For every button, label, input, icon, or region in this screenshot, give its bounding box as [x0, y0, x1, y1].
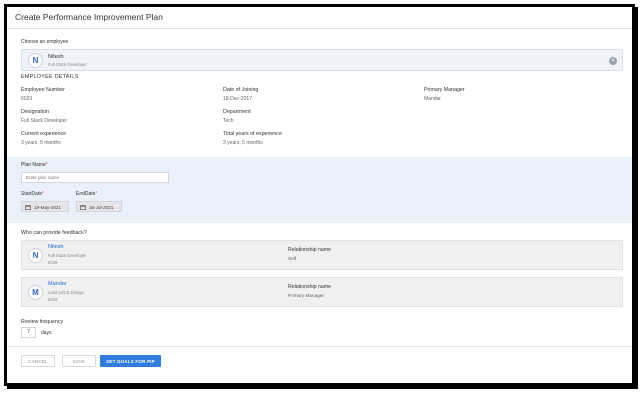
provider-role: Full Stack Developer: [48, 253, 87, 258]
plan-name-input[interactable]: [21, 172, 169, 183]
feedback-title: Who can provide feedback?: [21, 230, 87, 236]
details-title: EMPLOYEE DETAILS: [21, 74, 79, 80]
detail-value: Tech: [223, 118, 234, 124]
review-frequency-unit: days: [41, 330, 52, 336]
start-date-label: StartDate*: [21, 191, 45, 197]
avatar: N: [28, 53, 43, 68]
review-frequency-input[interactable]: 7: [21, 327, 36, 338]
detail-value: 3 years, 5 months: [21, 140, 61, 146]
footer-divider: [7, 346, 632, 347]
detail-label: Department: [223, 109, 251, 115]
detail-value: Mandar: [424, 96, 441, 102]
end-date-field[interactable]: 18-Jul-2021: [76, 201, 122, 212]
employee-role: Full Stack Developer: [48, 62, 87, 67]
start-date-field[interactable]: 19-May-2021: [21, 201, 69, 212]
review-frequency-label: Review frequency: [21, 319, 64, 325]
provider-name[interactable]: Nitesh: [48, 244, 64, 250]
relationship-label: Relationship name: [288, 247, 331, 253]
provider-role: Lead UI/UX Design: [48, 290, 84, 295]
detail-label: Date of Joining: [223, 87, 259, 93]
detail-value: 3 years, 5 months: [223, 140, 263, 146]
cancel-button[interactable]: CANCEL: [21, 355, 55, 367]
relationship-label: Relationship name: [288, 284, 331, 290]
plan-name-label: Plan Name*: [21, 162, 48, 168]
plan-section: [7, 157, 632, 223]
calendar-icon: [25, 204, 31, 210]
employee-name: Nitesh: [48, 54, 64, 60]
end-date-value: 18-Jul-2021: [89, 204, 114, 210]
avatar: N: [28, 248, 43, 263]
detail-label: Current experience: [21, 131, 67, 137]
detail-label: Designation: [21, 109, 49, 115]
employee-picker[interactable]: N Nitesh Full Stack Developer ×: [21, 49, 623, 71]
detail-label: Primary Manager: [424, 87, 465, 93]
provider-id: 6234: [48, 297, 58, 302]
set-goals-button[interactable]: SET GOALS FOR PIP: [100, 355, 161, 367]
employee-picker-label: Choose an employee: [21, 39, 69, 45]
avatar: M: [28, 285, 43, 300]
detail-value: 6029: [21, 96, 33, 102]
provider-id: 6029: [48, 260, 58, 265]
detail-value: 18-Dec-2017: [223, 96, 252, 102]
feedback-provider-card: M Mandar Lead UI/UX Design 6234 Relation…: [21, 277, 623, 307]
feedback-provider-card: N Nitesh Full Stack Developer 6029 Relat…: [21, 240, 623, 270]
pip-dialog: Create Performance Improvement Plan Choo…: [4, 4, 635, 386]
start-date-value: 19-May-2021: [34, 204, 62, 210]
clear-selection-icon[interactable]: ×: [609, 57, 617, 65]
calendar-icon: [80, 204, 86, 210]
dialog-title: Create Performance Improvement Plan: [7, 7, 632, 29]
detail-value: Full Stack Developer: [21, 118, 68, 124]
save-button[interactable]: SAVE: [62, 355, 96, 367]
detail-label: Total years of experience: [223, 131, 282, 137]
detail-label: Employee Number: [21, 87, 65, 93]
end-date-label: EndDate*: [76, 191, 98, 197]
relationship-value: Primary Manager: [288, 293, 324, 298]
provider-name[interactable]: Mandar: [48, 281, 67, 287]
relationship-value: Self: [288, 256, 297, 261]
